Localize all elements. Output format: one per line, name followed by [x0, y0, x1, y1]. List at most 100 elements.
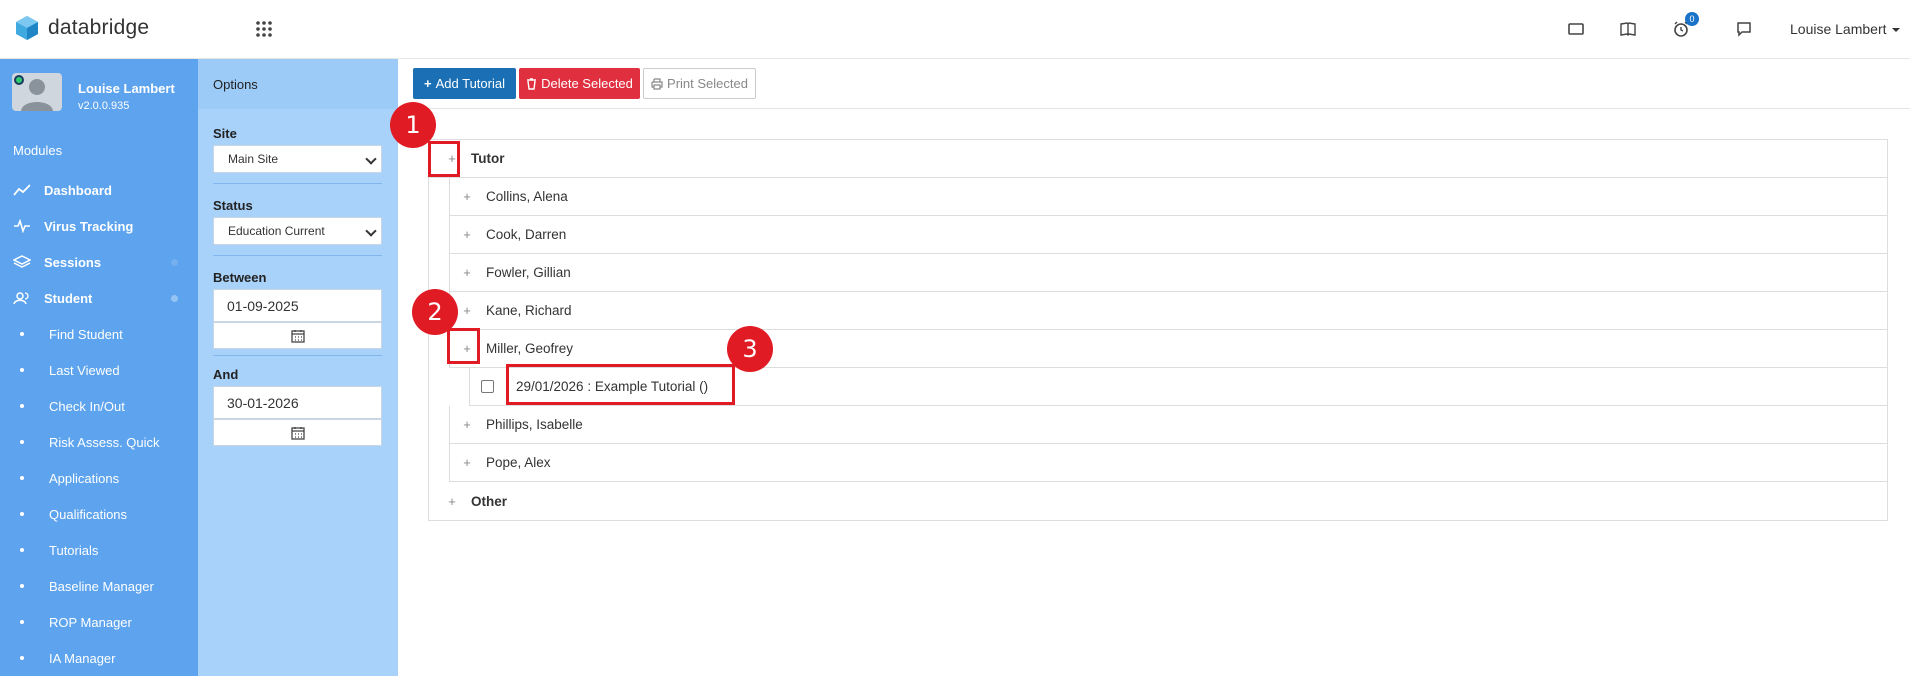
plus-icon: + [424, 76, 432, 91]
sidebar-item-applications[interactable]: Applications [0, 460, 198, 496]
brand-name: databridge [48, 16, 150, 39]
tree-node-label: Collins, Alena [486, 189, 568, 204]
bullet-icon [20, 440, 24, 444]
tutorial-tree: + Tutor + Collins, Alena + Cook, Darren … [428, 139, 1888, 521]
sidebar-item-student[interactable]: Student [0, 280, 198, 316]
tutorial-checkbox[interactable] [481, 380, 494, 393]
site-select[interactable]: Main Site [213, 145, 382, 173]
sidebar-item-find-student[interactable]: Find Student [0, 316, 198, 352]
sidebar-item-dashboard[interactable]: Dashboard [0, 172, 198, 208]
tree-group-other[interactable]: + Other [429, 482, 1887, 520]
trash-icon [527, 77, 537, 90]
bullet-icon [20, 368, 24, 372]
sidebar-item-check-in-out[interactable]: Check In/Out [0, 388, 198, 424]
options-panel: Options Site Main Site Status Education … [198, 59, 398, 676]
between-calendar-button[interactable] [213, 322, 382, 349]
print-selected-button[interactable]: Print Selected [643, 68, 756, 99]
sidebar-item-label: Dashboard [44, 182, 112, 198]
print-icon [651, 77, 663, 90]
chat-icon[interactable] [1735, 20, 1753, 38]
tree-node-tutor[interactable]: + Cook, Darren [449, 216, 1887, 254]
and-date-input[interactable]: 30-01-2026 [213, 386, 382, 419]
bullet-icon [20, 332, 24, 336]
delete-selected-button[interactable]: Delete Selected [519, 68, 640, 99]
monitor-icon[interactable] [1567, 20, 1585, 38]
status-label: Status [213, 198, 253, 213]
users-icon [13, 292, 29, 305]
chevron-down-icon [365, 153, 377, 165]
expand-icon[interactable]: + [460, 189, 474, 204]
book-icon[interactable] [1619, 20, 1637, 38]
and-calendar-button[interactable] [213, 419, 382, 446]
expand-indicator-icon [171, 295, 178, 302]
sidebar-item-label: Tutorials [49, 542, 99, 558]
sidebar-item-baseline-manager[interactable]: Baseline Manager [0, 568, 198, 604]
brand-logo[interactable]: databridge [14, 15, 149, 41]
sidebar-item-label: Student [44, 290, 93, 306]
divider [213, 183, 382, 184]
bullet-icon [20, 620, 24, 624]
bullet-icon [20, 404, 24, 408]
calendar-icon [290, 426, 305, 440]
expand-icon[interactable]: + [460, 455, 474, 470]
divider [213, 255, 382, 256]
sidebar-item-risk-assess-quick[interactable]: Risk Assess. Quick [0, 424, 198, 460]
grid-icon[interactable] [255, 20, 273, 38]
tree-node-tutor[interactable]: + Fowler, Gillian [449, 254, 1887, 292]
sidebar-item-ia-manager[interactable]: IA Manager [0, 640, 198, 676]
add-tutorial-button[interactable]: + Add Tutorial [413, 68, 516, 99]
annotation-highlight-box [506, 364, 735, 405]
expand-icon[interactable]: + [460, 227, 474, 242]
expand-indicator-icon [171, 259, 178, 266]
sidebar-item-label: Last Viewed [49, 362, 120, 378]
tree-node-tutor[interactable]: + Miller, Geofrey [449, 330, 1887, 368]
tree-node-label: Kane, Richard [486, 303, 572, 318]
tree-node-tutor[interactable]: + Phillips, Isabelle [449, 406, 1887, 444]
sidebar-item-label: Virus Tracking [44, 218, 134, 234]
tree-group-label: Tutor [471, 151, 505, 166]
sidebar-item-label: Sessions [44, 254, 102, 270]
tree-group-label: Other [471, 493, 508, 509]
tree-node-label: Fowler, Gillian [486, 265, 571, 280]
status-select[interactable]: Education Current [213, 217, 382, 245]
tree-node-label: Phillips, Isabelle [486, 417, 583, 432]
top-bar: databridge 0 Louise Lambert [0, 0, 1910, 59]
modules-label: Modules [13, 143, 63, 158]
annotation-highlight-box [428, 141, 460, 177]
tree-node-tutor[interactable]: + Kane, Richard [449, 292, 1887, 330]
sidebar-item-rop-manager[interactable]: ROP Manager [0, 604, 198, 640]
user-menu[interactable]: Louise Lambert [1790, 21, 1900, 37]
sidebar-item-label: Risk Assess. Quick [49, 434, 160, 450]
delete-selected-label: Delete Selected [541, 76, 633, 91]
and-label: And [213, 367, 239, 382]
expand-icon[interactable]: + [445, 494, 459, 509]
action-toolbar: + Add Tutorial Delete Selected Print Sel… [398, 59, 1910, 109]
sidebar-item-virus-tracking[interactable]: Virus Tracking [0, 208, 198, 244]
bullet-icon [20, 512, 24, 516]
caret-down-icon [1891, 28, 1900, 33]
alarm-button[interactable]: 0 [1672, 12, 1699, 38]
tree-group-tutor[interactable]: + Tutor [429, 140, 1887, 178]
tree-node-tutor[interactable]: + Collins, Alena [449, 178, 1887, 216]
sidebar-item-qualifications[interactable]: Qualifications [0, 496, 198, 532]
bullet-icon [20, 584, 24, 588]
expand-icon[interactable]: + [460, 265, 474, 280]
divider [213, 355, 382, 356]
chart-line-icon [13, 184, 31, 196]
user-menu-name: Louise Lambert [1790, 21, 1887, 37]
between-date-value: 01-09-2025 [227, 298, 299, 314]
site-label: Site [213, 126, 237, 141]
sidebar-item-sessions[interactable]: Sessions [0, 244, 198, 280]
annotation-highlight-box [447, 328, 480, 364]
and-date-value: 30-01-2026 [227, 395, 299, 411]
expand-icon[interactable]: + [460, 417, 474, 432]
tree-node-tutor[interactable]: + Pope, Alex [449, 444, 1887, 482]
sidebar-nav: Dashboard Virus Tracking Sessions Studen… [0, 172, 198, 676]
sidebar-item-tutorials[interactable]: Tutorials [0, 532, 198, 568]
between-date-input[interactable]: 01-09-2025 [213, 289, 382, 322]
sidebar-item-last-viewed[interactable]: Last Viewed [0, 352, 198, 388]
sidebar-item-label: Qualifications [49, 506, 128, 522]
chevron-down-icon [365, 225, 377, 237]
expand-icon[interactable]: + [460, 303, 474, 318]
tree-node-label: Pope, Alex [486, 455, 551, 470]
